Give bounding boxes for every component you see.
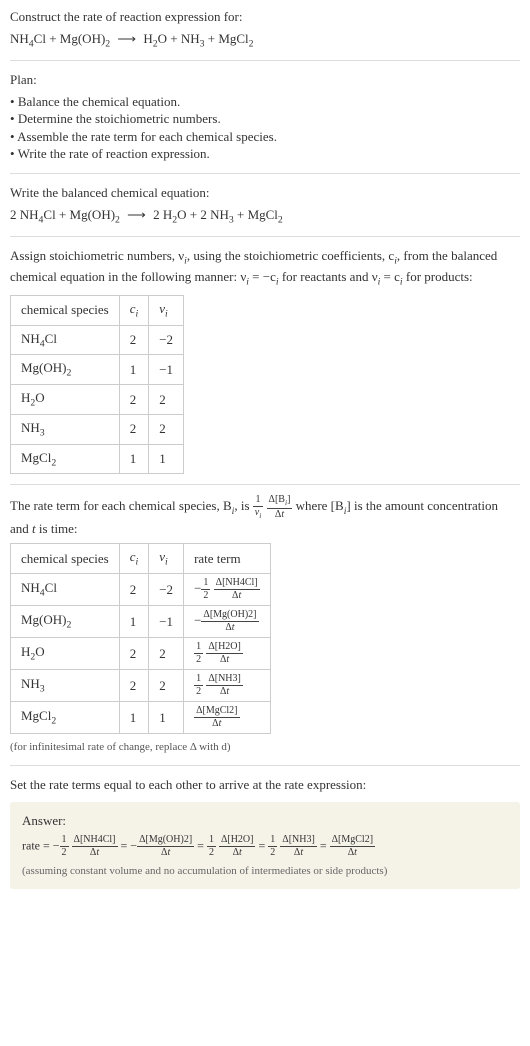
cell-ci: 2 [119, 325, 149, 355]
cell-vi: −2 [149, 325, 184, 355]
table-row: H2O2212 Δ[H2O]Δt [11, 638, 271, 670]
species-mgoh2: Mg(OH)2 [60, 31, 110, 46]
species-h2o: H2O [163, 207, 187, 222]
table-row: NH322 [11, 414, 184, 444]
rate-term-table: chemical species ci νi rate term NH4Cl2−… [10, 543, 271, 734]
cell-vi: 2 [149, 385, 184, 415]
plan-list: Balance the chemical equation. Determine… [10, 93, 520, 163]
table-header-row: chemical species ci νi [11, 295, 184, 325]
col-species: chemical species [11, 295, 120, 325]
reaction-arrow-icon: ⟶ [117, 30, 136, 48]
cell-species: NH4Cl [11, 574, 120, 606]
unbalanced-equation: NH4Cl + Mg(OH)2 ⟶ H2O + NH3 + MgCl2 [10, 30, 520, 51]
col-ci: ci [119, 295, 149, 325]
cell-ci: 2 [119, 385, 149, 415]
cell-vi: −2 [149, 574, 184, 606]
cell-vi: −1 [149, 606, 184, 638]
cell-ci: 2 [119, 414, 149, 444]
plan-item: Balance the chemical equation. [10, 93, 520, 111]
assign-block: Assign stoichiometric numbers, νi, using… [10, 247, 520, 289]
species-mgcl2: MgCl2 [218, 31, 253, 46]
balanced-equation: 2 NH4Cl + Mg(OH)2 ⟶ 2 H2O + 2 NH3 + MgCl… [10, 206, 520, 227]
cell-vi: −1 [149, 355, 184, 385]
species-h2o: H2O [143, 31, 167, 46]
cell-species: MgCl2 [11, 444, 120, 474]
cell-ci: 1 [119, 444, 149, 474]
table-row: NH4Cl2−2−12 Δ[NH4Cl]Δt [11, 574, 271, 606]
cell-species: NH3 [11, 670, 120, 702]
divider [10, 60, 520, 61]
rateterm-intro: The rate term for each chemical species,… [10, 495, 520, 537]
cell-species: Mg(OH)2 [11, 355, 120, 385]
divider [10, 765, 520, 766]
species-nh4cl: NH4Cl [10, 31, 46, 46]
table-header-row: chemical species ci νi rate term [11, 544, 271, 574]
infinitesimal-note: (for infinitesimal rate of change, repla… [10, 740, 520, 755]
reaction-arrow-icon: ⟶ [127, 206, 146, 224]
cell-vi: 2 [149, 638, 184, 670]
divider [10, 484, 520, 485]
cell-rate-term: −12 Δ[NH4Cl]Δt [184, 574, 271, 606]
cell-vi: 1 [149, 444, 184, 474]
cell-ci: 1 [119, 355, 149, 385]
cell-rate-term: 12 Δ[H2O]Δt [184, 638, 271, 670]
cell-species: H2O [11, 385, 120, 415]
col-ci: ci [119, 544, 149, 574]
species-mgoh2: Mg(OH)2 [70, 207, 120, 222]
rate-expression: rate = −12 Δ[NH4Cl]Δt = −Δ[Mg(OH)2]Δt = … [22, 835, 508, 858]
table-row: H2O22 [11, 385, 184, 415]
cell-species: NH3 [11, 414, 120, 444]
divider [10, 236, 520, 237]
divider [10, 173, 520, 174]
document-root: Construct the rate of reaction expressio… [0, 0, 530, 901]
col-rate-term: rate term [184, 544, 271, 574]
cell-ci: 2 [119, 638, 149, 670]
cell-vi: 2 [149, 670, 184, 702]
cell-rate-term: 12 Δ[NH3]Δt [184, 670, 271, 702]
table-row: Mg(OH)21−1−Δ[Mg(OH)2]Δt [11, 606, 271, 638]
cell-ci: 1 [119, 606, 149, 638]
cell-ci: 2 [119, 574, 149, 606]
answer-note: (assuming constant volume and no accumul… [22, 864, 508, 879]
cell-ci: 2 [119, 670, 149, 702]
cell-species: MgCl2 [11, 702, 120, 734]
col-species: chemical species [11, 544, 120, 574]
cell-rate-term: −Δ[Mg(OH)2]Δt [184, 606, 271, 638]
table-row: MgCl211Δ[MgCl2]Δt [11, 702, 271, 734]
stoich-table: chemical species ci νi NH4Cl2−2Mg(OH)21−… [10, 295, 184, 475]
rate-term-formula: 1νi Δ[Bi]Δt [253, 499, 296, 514]
col-vi: νi [149, 544, 184, 574]
cell-species: H2O [11, 638, 120, 670]
intro-line: Construct the rate of reaction expressio… [10, 8, 520, 26]
table-row: NH32212 Δ[NH3]Δt [11, 670, 271, 702]
table-row: Mg(OH)21−1 [11, 355, 184, 385]
plan-item: Determine the stoichiometric numbers. [10, 110, 520, 128]
species-nh3: NH3 [181, 31, 205, 46]
table-row: NH4Cl2−2 [11, 325, 184, 355]
plan-item: Write the rate of reaction expression. [10, 145, 520, 163]
cell-ci: 1 [119, 702, 149, 734]
cell-species: Mg(OH)2 [11, 606, 120, 638]
answer-box: Answer: rate = −12 Δ[NH4Cl]Δt = −Δ[Mg(OH… [10, 802, 520, 889]
intro-block: Construct the rate of reaction expressio… [10, 8, 520, 50]
balance-block: Write the balanced chemical equation: 2 … [10, 184, 520, 226]
col-vi: νi [149, 295, 184, 325]
plan-item: Assemble the rate term for each chemical… [10, 128, 520, 146]
plan-title: Plan: [10, 71, 520, 89]
set-equal-line: Set the rate terms equal to each other t… [10, 776, 520, 794]
cell-vi: 2 [149, 414, 184, 444]
species-mgcl2: MgCl2 [248, 207, 283, 222]
species-nh3: NH3 [210, 207, 234, 222]
cell-vi: 1 [149, 702, 184, 734]
table-row: MgCl211 [11, 444, 184, 474]
cell-rate-term: Δ[MgCl2]Δt [184, 702, 271, 734]
species-nh4cl: NH4Cl [20, 207, 56, 222]
balance-title: Write the balanced chemical equation: [10, 184, 520, 202]
cell-species: NH4Cl [11, 325, 120, 355]
plan-block: Plan: Balance the chemical equation. Det… [10, 71, 520, 163]
answer-title: Answer: [22, 812, 508, 830]
